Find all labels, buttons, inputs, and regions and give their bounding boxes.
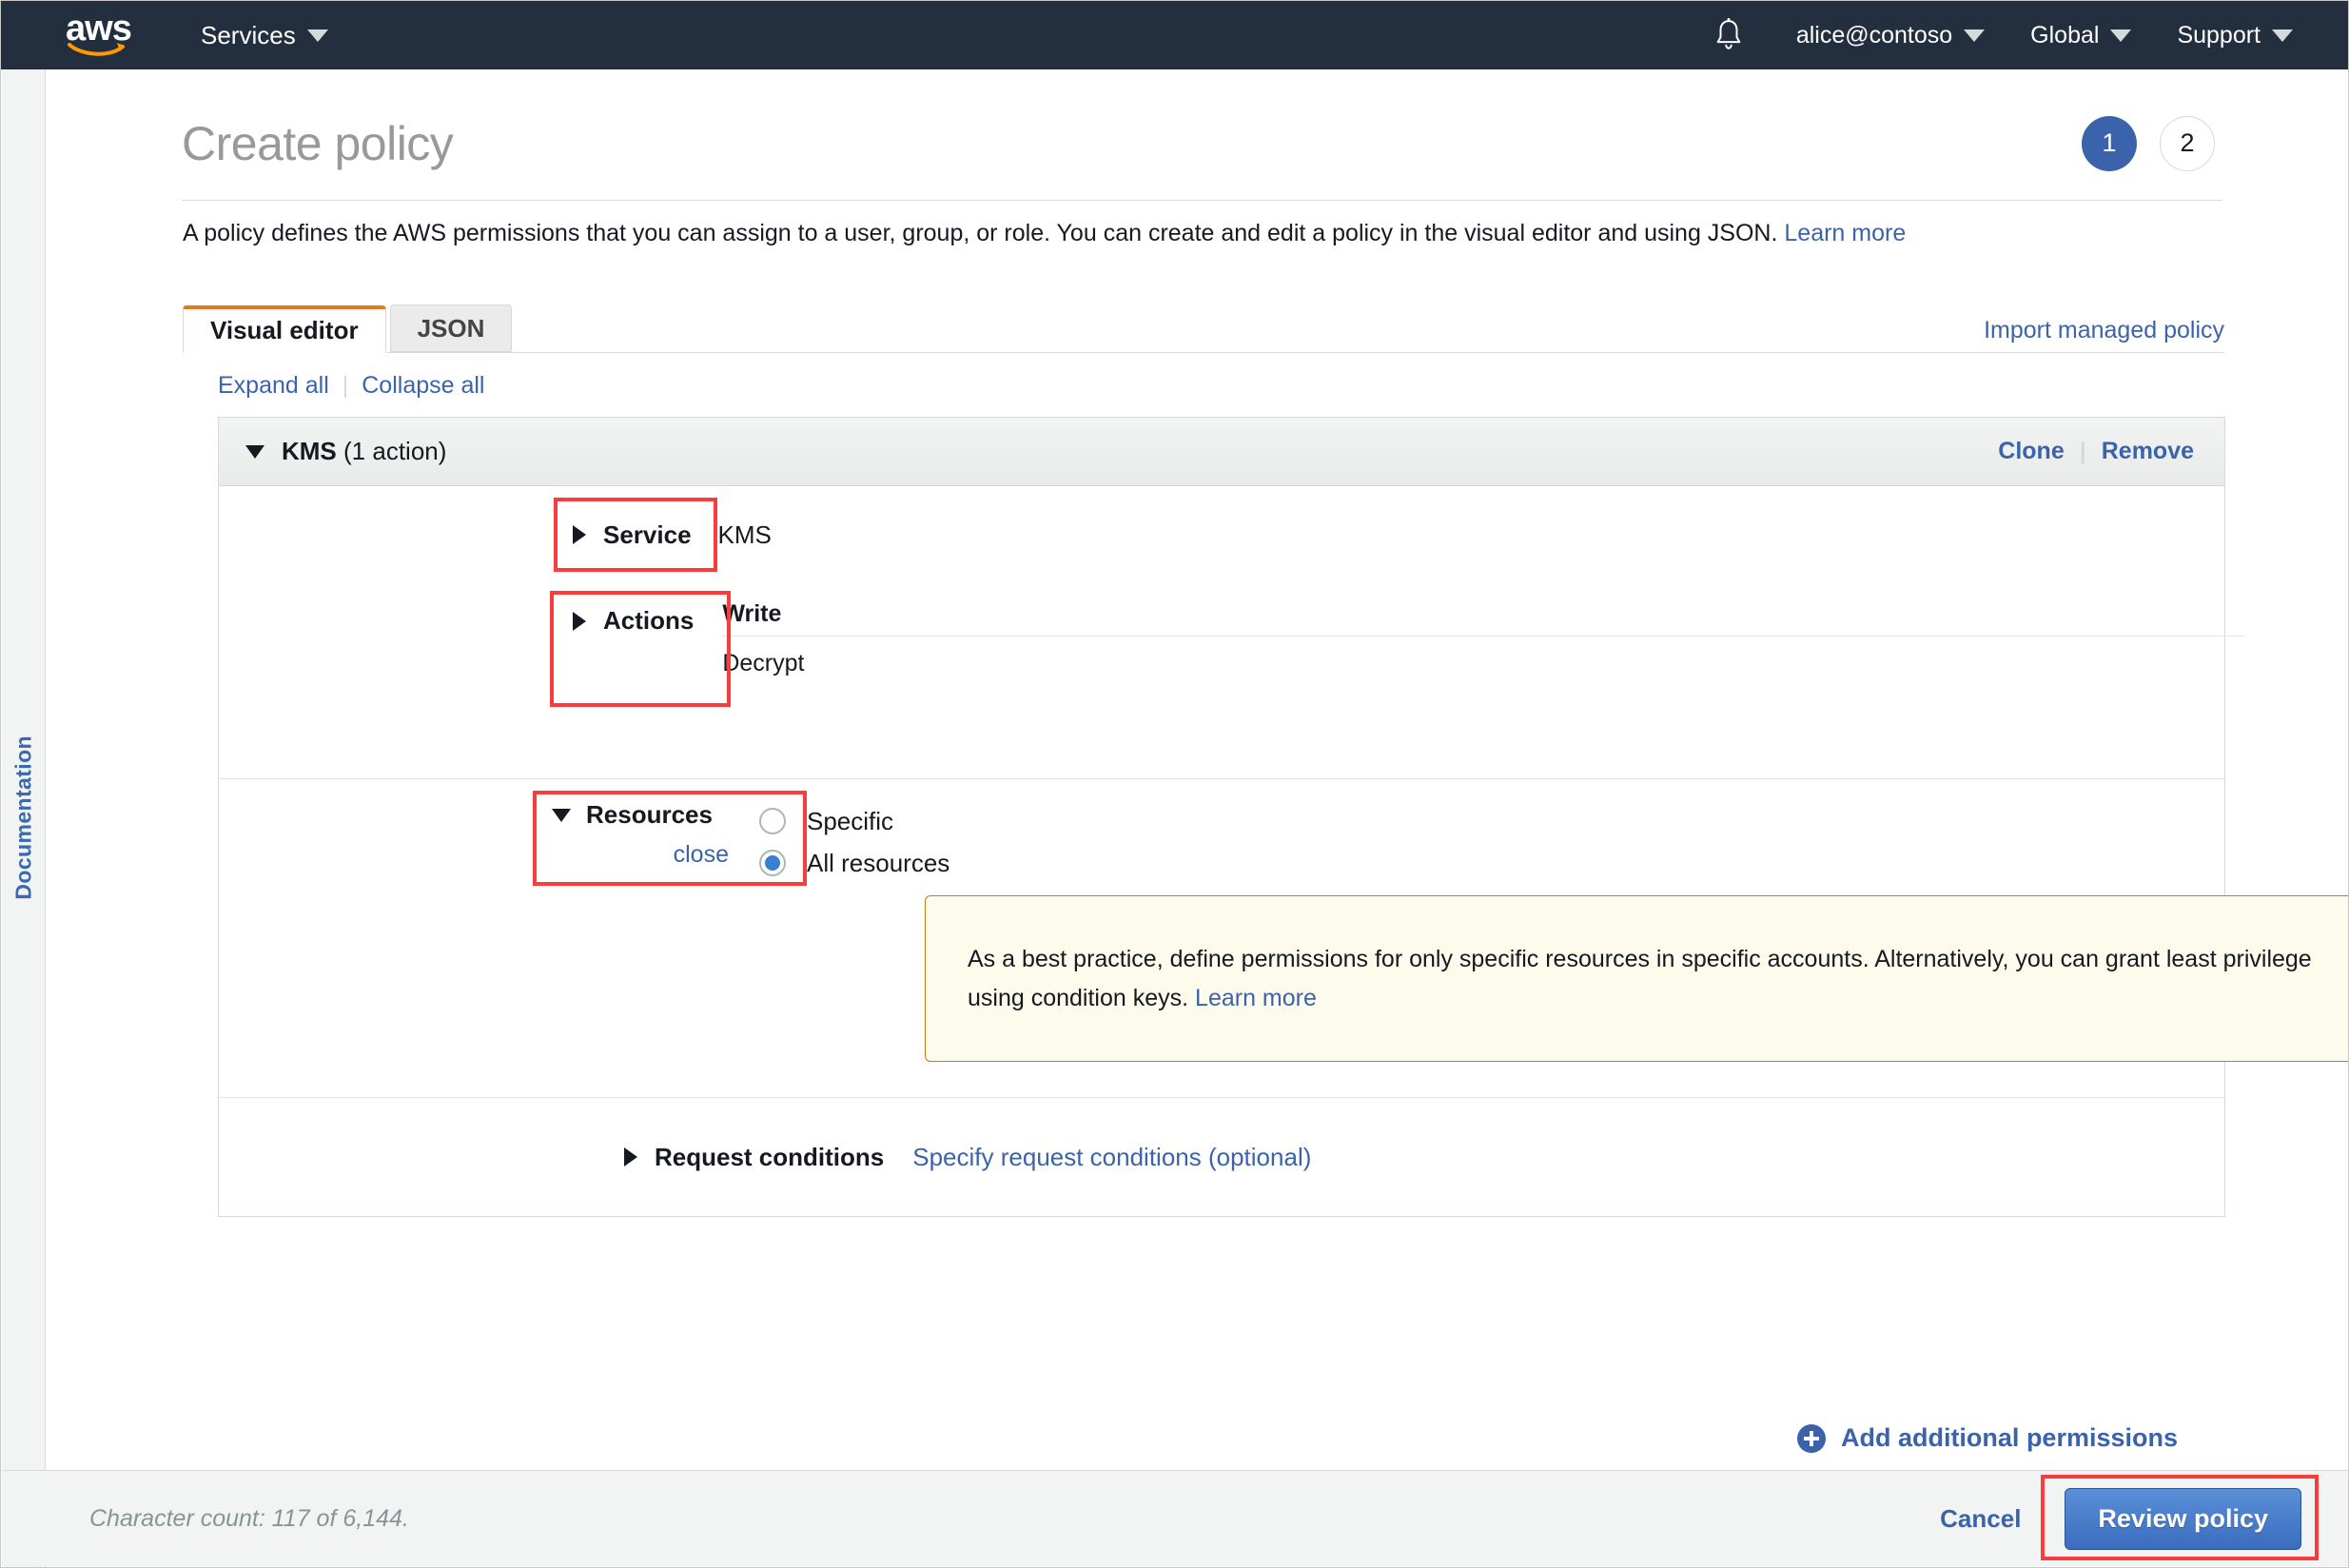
support-label: Support <box>2177 22 2261 49</box>
permission-block-title: KMS (1 action) <box>282 437 446 466</box>
actions-list: Write Decrypt <box>722 600 2245 677</box>
resources-option-all-label: All resources <box>807 848 950 877</box>
step-1-indicator[interactable]: 1 <box>2082 115 2137 171</box>
resources-close-link[interactable]: close <box>552 841 733 869</box>
aws-logo[interactable]: aws <box>66 9 140 56</box>
request-conditions-row[interactable]: Request conditions Specify request condi… <box>219 1098 2224 1216</box>
collapse-triangle-icon[interactable] <box>245 444 264 459</box>
service-value: KMS <box>717 519 772 549</box>
action-item-decrypt: Decrypt <box>722 650 805 676</box>
top-nav-right-group: alice@contoso Global Support <box>1713 1 2348 69</box>
resources-radio-group: Specific All resources <box>759 800 949 884</box>
callout-text: As a best practice, define permissions f… <box>968 946 2312 1011</box>
clone-link[interactable]: Clone <box>1998 438 2064 465</box>
footer-actions: Cancel Review policy <box>1940 1474 2319 1560</box>
collapse-all-link[interactable]: Collapse all <box>362 372 484 400</box>
intro-description: A policy defines the AWS permissions tha… <box>183 217 2238 250</box>
chevron-down-icon <box>2110 29 2132 42</box>
main-content: Create policy 1 2 A policy defines the A… <box>47 69 2348 1567</box>
account-menu[interactable]: alice@contoso <box>1773 1 2007 69</box>
actions-label: Actions <box>603 606 695 635</box>
review-policy-button[interactable]: Review policy <box>2065 1487 2301 1550</box>
permission-block-kms: KMS (1 action) Clone | Remove Service KM… <box>218 417 2348 1217</box>
top-navigation-bar: aws Services alice@contoso Global Suppor… <box>1 1 2348 69</box>
aws-logo-text: aws <box>66 9 132 49</box>
actions-field-inner: Actions Write Decrypt <box>573 600 2245 677</box>
permission-block-header[interactable]: KMS (1 action) Clone | Remove <box>219 418 2224 486</box>
radio-all-resources[interactable] <box>759 850 786 876</box>
character-count: Character count: 117 of 6,144. <box>89 1504 409 1532</box>
resources-option-specific[interactable]: Specific <box>759 800 949 842</box>
expand-triangle-icon[interactable] <box>624 1147 637 1166</box>
actions-field[interactable]: Actions Write Decrypt <box>573 600 2245 677</box>
documentation-rail[interactable]: Documentation <box>2 69 46 1567</box>
collapse-triangle-icon[interactable] <box>552 808 571 822</box>
control-separator: | <box>342 372 349 399</box>
step-2-indicator[interactable]: 2 <box>2160 115 2215 171</box>
tab-visual-editor[interactable]: Visual editor <box>183 305 386 353</box>
support-menu[interactable]: Support <box>2154 1 2316 69</box>
add-additional-permissions-label: Add additional permissions <box>1840 1423 2178 1452</box>
cancel-button[interactable]: Cancel <box>1940 1504 2021 1534</box>
resources-option-specific-label: Specific <box>807 806 894 835</box>
intro-learn-more-link[interactable]: Learn more <box>1784 220 1906 246</box>
callout-learn-more-link[interactable]: Learn more <box>1195 985 1317 1011</box>
chevron-down-icon <box>2272 29 2293 42</box>
radio-specific[interactable] <box>759 808 786 834</box>
resources-field-left: Resources close <box>552 800 733 869</box>
expand-all-link[interactable]: Expand all <box>218 372 329 400</box>
tree-controls: Expand all | Collapse all <box>218 372 485 400</box>
documentation-label[interactable]: Documentation <box>10 735 36 900</box>
action-separator: | <box>2079 438 2086 464</box>
account-label: alice@contoso <box>1795 22 1953 49</box>
page-title: Create policy <box>182 116 454 170</box>
intro-text: A policy defines the AWS permissions tha… <box>183 220 1778 246</box>
page-header: Create policy 1 2 <box>182 87 2222 201</box>
specify-request-conditions-link[interactable]: Specify request conditions (optional) <box>912 1143 1311 1172</box>
add-additional-permissions-button[interactable]: Add additional permissions <box>1796 1423 2178 1453</box>
remove-link[interactable]: Remove <box>2102 438 2194 465</box>
chevron-down-icon <box>1964 29 1986 42</box>
import-managed-policy-link[interactable]: Import managed policy <box>1984 317 2224 352</box>
service-field[interactable]: Service KMS <box>573 509 772 560</box>
plus-circle-icon <box>1796 1423 1826 1453</box>
action-group-write: Write <box>722 600 2245 637</box>
region-menu[interactable]: Global <box>2007 1 2154 69</box>
region-label: Global <box>2030 22 2100 49</box>
step-indicator: 1 2 <box>2082 115 2222 171</box>
services-label: Services <box>201 20 296 49</box>
tab-json[interactable]: JSON <box>389 304 513 352</box>
best-practice-callout: As a best practice, define permissions f… <box>925 895 2348 1062</box>
page-footer: Character count: 117 of 6,144. Cancel Re… <box>2 1470 2348 1566</box>
service-actions-region: Service KMS Actions Write Decrypt <box>219 486 2245 779</box>
services-menu[interactable]: Services <box>201 21 328 50</box>
expand-triangle-icon[interactable] <box>573 612 586 631</box>
resources-label: Resources <box>586 800 713 829</box>
aws-console-page: aws Services alice@contoso Global Suppor… <box>0 0 2349 1568</box>
request-conditions-label: Request conditions <box>655 1142 885 1171</box>
callout-paragraph: As a best practice, define permissions f… <box>968 940 2319 1017</box>
permission-service-name: KMS <box>282 437 337 465</box>
chevron-down-icon <box>306 29 328 42</box>
service-label: Service <box>603 519 692 549</box>
resources-field: Resources close Specific All resources <box>552 800 949 884</box>
permission-block-actions: Clone | Remove <box>1998 438 2194 465</box>
permission-action-count: (1 action) <box>343 437 447 465</box>
expand-triangle-icon[interactable] <box>573 525 586 544</box>
resources-option-all[interactable]: All resources <box>759 842 949 884</box>
request-conditions-region: Request conditions Specify request condi… <box>219 1098 2224 1216</box>
resources-title-row[interactable]: Resources <box>552 800 733 830</box>
aws-smile-icon <box>68 43 125 56</box>
editor-tabs: Visual editor JSON Import managed policy <box>183 304 2224 353</box>
notification-bell-icon[interactable] <box>1713 17 1773 53</box>
resources-region: Resources close Specific All resources A… <box>219 779 2348 1098</box>
